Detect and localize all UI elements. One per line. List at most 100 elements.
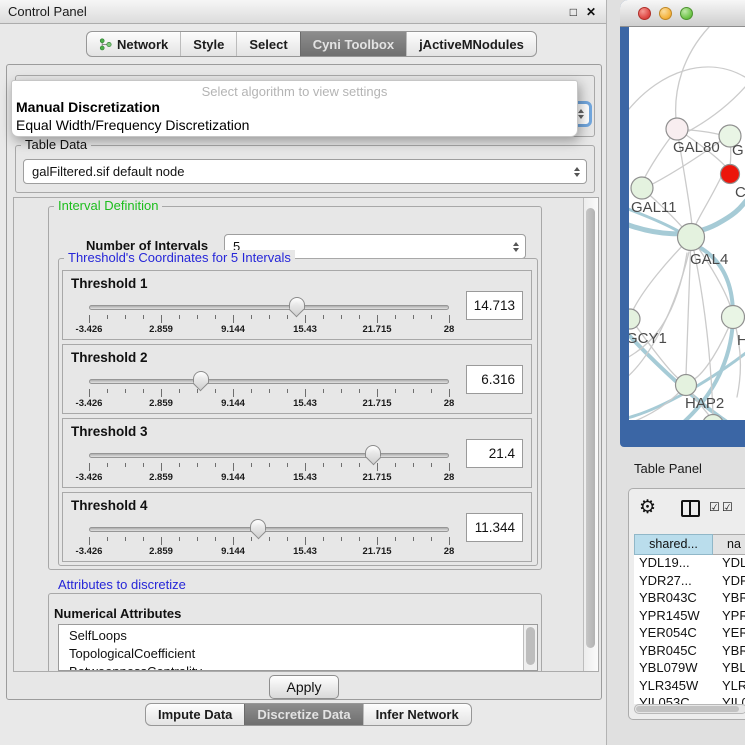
network-node-gal11[interactable] <box>631 177 653 199</box>
network-node-gcy1[interactable] <box>629 309 640 329</box>
threshold-3-value-field[interactable]: 21.4 <box>466 439 523 468</box>
select-all-checkbox-icon[interactable]: ☑ <box>709 501 720 513</box>
cell-shared-name: YBR045C <box>634 643 713 661</box>
cell-name: YIL0 <box>713 695 745 704</box>
network-view-window: GAL80GCGAL11GAL4GCY1HHAP2 <box>620 0 745 447</box>
tab-label: Discretize Data <box>257 707 350 722</box>
attributes-list-scrollbar[interactable] <box>523 625 537 670</box>
tick-mark <box>251 389 252 393</box>
table-row[interactable]: YER054CYER0 <box>634 625 745 643</box>
close-traffic-light[interactable] <box>638 7 651 20</box>
tick-mark <box>359 389 360 393</box>
slider-track[interactable] <box>89 527 449 532</box>
tick-mark <box>179 389 180 393</box>
table-horizontal-scrollbar[interactable] <box>634 704 745 714</box>
close-window-icon[interactable]: ✕ <box>586 6 596 18</box>
slider-tick-labels: -3.4262.8599.14415.4321.71528 <box>89 398 449 410</box>
table-row[interactable]: YDL19...YDL1 <box>634 555 745 573</box>
numerical-attributes-list[interactable]: SelfLoopsTopologicalCoefficientBetweenne… <box>58 624 538 671</box>
tab-label: jActiveMNodules <box>419 37 524 52</box>
attribute-item-selfloops[interactable]: SelfLoops <box>59 627 537 645</box>
scrollbar-thumb[interactable] <box>586 208 595 648</box>
tab-impute-data[interactable]: Impute Data <box>146 704 244 725</box>
attribute-item-betweennesscentrality[interactable]: BetweennessCentrality <box>59 663 537 671</box>
gear-icon[interactable]: ⚙ <box>639 497 656 519</box>
tick-label: 21.715 <box>362 398 391 409</box>
tick-mark <box>323 389 324 393</box>
network-node-h[interactable] <box>722 306 745 329</box>
control-panel-title: Control Panel <box>8 4 87 19</box>
settings-scroll-pane: Interval Definition Number of Intervals … <box>13 197 599 672</box>
tick-mark <box>89 389 90 397</box>
table-data-combo[interactable]: galFiltered.sif default node <box>23 159 587 184</box>
tick-mark <box>395 389 396 393</box>
threshold-4-slider[interactable]: -3.4262.8599.14415.4321.71528 <box>87 517 451 557</box>
slider-ticks <box>89 387 449 396</box>
float-window-icon[interactable]: □ <box>570 6 577 18</box>
network-canvas[interactable]: GAL80GCGAL11GAL4GCY1HHAP2 <box>629 27 745 420</box>
zoom-traffic-light[interactable] <box>680 7 693 20</box>
table-row[interactable]: YPR145WYPR1 <box>634 608 745 626</box>
table-row[interactable]: YBR043CYBR0 <box>634 590 745 608</box>
menu-item-manual-discretization[interactable]: Manual Discretization <box>12 98 577 116</box>
slider-track[interactable] <box>89 305 449 310</box>
threshold-1-slider[interactable]: -3.4262.8599.14415.4321.71528 <box>87 295 451 335</box>
slider-thumb[interactable] <box>193 371 209 391</box>
table-header-row: shared... na <box>634 534 745 555</box>
threshold-1-value-field[interactable]: 14.713 <box>466 291 523 320</box>
slider-ticks <box>89 535 449 544</box>
tab-select[interactable]: Select <box>236 32 299 56</box>
menu-item-equal-width-frequency[interactable]: Equal Width/Frequency Discretization <box>12 116 577 134</box>
node-label: GAL80 <box>673 139 720 156</box>
tab-jactivemnodules[interactable]: jActiveMNodules <box>406 32 536 56</box>
slider-tick-labels: -3.4262.8599.14415.4321.71528 <box>89 324 449 336</box>
scrollbar-thumb[interactable] <box>526 627 535 665</box>
network-node-gal4[interactable] <box>678 224 705 251</box>
tick-mark <box>341 463 342 467</box>
tick-mark <box>395 315 396 319</box>
scrollbar-thumb[interactable] <box>636 706 739 712</box>
table-row[interactable]: YDR27...YDR2 <box>634 573 745 591</box>
columns-icon[interactable] <box>681 500 700 517</box>
network-node-gal80[interactable] <box>666 118 688 140</box>
tab-discretize-data[interactable]: Discretize Data <box>244 704 362 725</box>
control-panel-titlebar: Control Panel □ ✕ <box>0 0 606 24</box>
tick-mark <box>143 463 144 467</box>
tick-mark <box>233 389 234 397</box>
tick-mark <box>413 315 414 319</box>
slider-track[interactable] <box>89 453 449 458</box>
table-row[interactable]: YBR045CYBR0 <box>634 643 745 661</box>
threshold-2-slider[interactable]: -3.4262.8599.14415.4321.71528 <box>87 369 451 409</box>
threshold-2-value-field[interactable]: 6.316 <box>466 365 523 394</box>
tick-mark <box>107 463 108 467</box>
tab-style[interactable]: Style <box>180 32 236 56</box>
slider-thumb[interactable] <box>365 445 381 465</box>
tick-mark <box>125 315 126 319</box>
threshold-4-value-field[interactable]: 11.344 <box>466 513 523 542</box>
slider-thumb[interactable] <box>289 297 305 317</box>
slider-thumb[interactable] <box>250 519 266 539</box>
tab-infer-network[interactable]: Infer Network <box>363 704 471 725</box>
table-row[interactable]: YBL079WYBL0 <box>634 660 745 678</box>
tick-mark <box>179 537 180 541</box>
column-header-shared-name[interactable]: shared... <box>634 534 713 555</box>
tick-label: 2.859 <box>149 546 173 557</box>
settings-vertical-scrollbar[interactable] <box>583 198 598 671</box>
tab-cyni-toolbox[interactable]: Cyni Toolbox <box>300 32 406 56</box>
minimize-traffic-light[interactable] <box>659 7 672 20</box>
network-node-hap2[interactable] <box>676 375 697 396</box>
threshold-3-slider[interactable]: -3.4262.8599.14415.4321.71528 <box>87 443 451 483</box>
threshold-label: Threshold 3 <box>71 424 148 439</box>
select-none-checkbox-icon[interactable]: ☑ <box>722 501 733 513</box>
table-row[interactable]: YIL053CYIL0 <box>634 695 745 704</box>
network-node-c[interactable] <box>721 165 740 184</box>
table-row[interactable]: YLR345WYLR3 <box>634 678 745 696</box>
table-panel-title: Table Panel <box>634 461 702 476</box>
attribute-item-topologicalcoefficient[interactable]: TopologicalCoefficient <box>59 645 537 663</box>
apply-button[interactable]: Apply <box>269 675 338 699</box>
slider-track[interactable] <box>89 379 449 384</box>
column-header-name[interactable]: na <box>713 534 745 555</box>
interval-definition-title: Interval Definition <box>54 198 162 213</box>
tick-label: -3.426 <box>76 324 103 335</box>
tab-network[interactable]: Network <box>87 32 180 56</box>
